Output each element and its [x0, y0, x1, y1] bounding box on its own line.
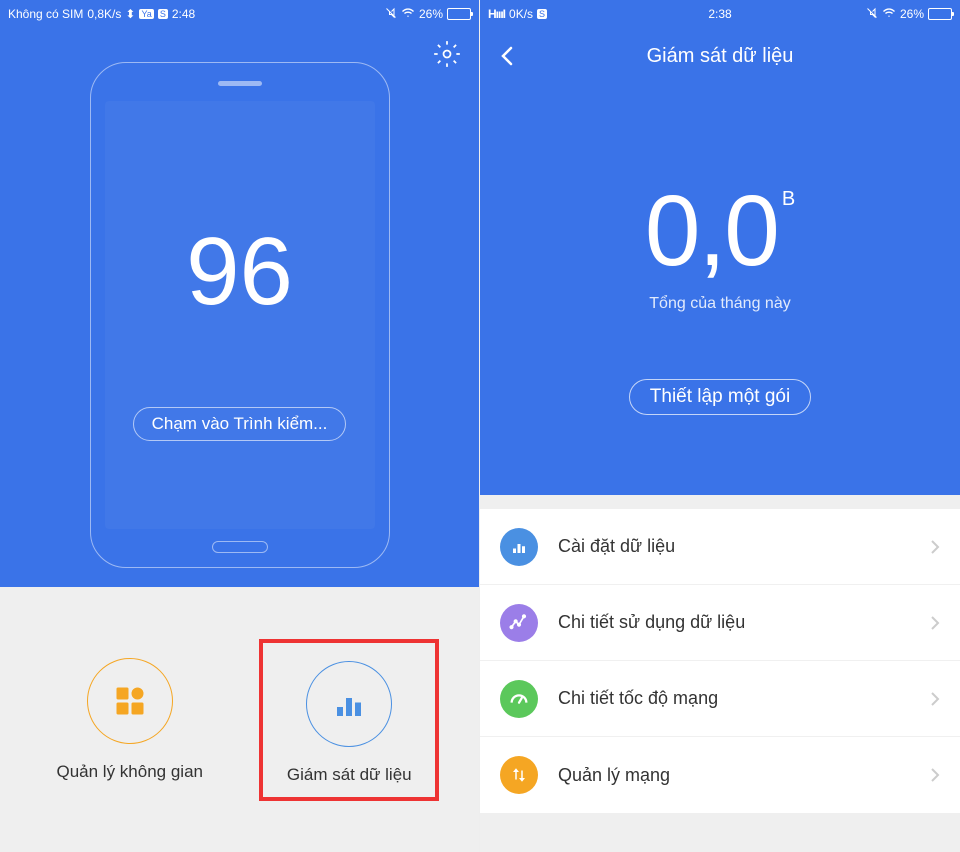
bottom-actions: Quản lý không gian Giám sát dữ liệu — [0, 587, 479, 852]
chevron-right-icon — [930, 615, 940, 631]
back-button[interactable] — [496, 44, 520, 68]
line-chart-icon — [500, 604, 538, 642]
status-time: 2:38 — [708, 7, 731, 21]
indicator-icon: S — [537, 9, 547, 19]
list-item-label: Chi tiết sử dụng dữ liệu — [558, 612, 930, 633]
speed-details-item[interactable]: Chi tiết tốc độ mạng — [480, 661, 960, 737]
data-settings-item[interactable]: Cài đặt dữ liệu — [480, 509, 960, 585]
network-speed: 0K/s — [509, 7, 533, 21]
battery-percent: 26% — [419, 7, 443, 21]
usage-subtitle: Tổng của tháng này — [480, 295, 960, 313]
transfer-icon — [500, 756, 538, 794]
usb-icon: ⬍ — [125, 7, 135, 21]
settings-button[interactable] — [433, 40, 461, 68]
screen-data-monitor: HıııI 0K/s S 2:38 26% Giám — [480, 0, 960, 852]
network-speed: 0,8K/s — [87, 7, 121, 21]
phone-illustration: 96 Chạm vào Trình kiểm... — [90, 62, 390, 568]
usage-details-item[interactable]: Chi tiết sử dụng dữ liệu — [480, 585, 960, 661]
grid-icon — [87, 658, 173, 744]
battery-percent: 26% — [900, 7, 924, 21]
action-label: Giám sát dữ liệu — [287, 765, 412, 785]
mute-icon — [385, 7, 397, 22]
security-score: 96 — [186, 217, 293, 327]
tap-scan-button[interactable]: Chạm vào Trình kiểm... — [133, 407, 347, 441]
chevron-right-icon — [930, 767, 940, 783]
list-item-label: Cài đặt dữ liệu — [558, 536, 930, 557]
header-section: HıııI 0K/s S 2:38 26% Giám — [480, 0, 960, 495]
data-usage-value: 0,0 B — [480, 174, 960, 289]
bar-chart-icon — [500, 528, 538, 566]
wifi-icon — [882, 7, 896, 22]
list-item-label: Quản lý mạng — [558, 765, 930, 786]
indicator-icon: S — [158, 9, 168, 19]
gauge-icon — [500, 680, 538, 718]
usage-number: 0,0 — [645, 174, 778, 289]
chevron-right-icon — [930, 691, 940, 707]
battery-icon — [447, 8, 471, 20]
wifi-icon — [401, 7, 415, 22]
status-bar: Không có SIM 0,8K/s ⬍ Ya S 2:48 26% — [0, 0, 479, 28]
signal-label: HıııI — [488, 7, 505, 21]
data-monitor-button[interactable]: Giám sát dữ liệu — [259, 639, 439, 801]
mute-icon — [866, 7, 878, 22]
main-blue-section: Không có SIM 0,8K/s ⬍ Ya S 2:48 26% — [0, 0, 479, 587]
list-item-label: Chi tiết tốc độ mạng — [558, 688, 930, 709]
page-title: Giám sát dữ liệu — [647, 45, 794, 68]
sim-status: Không có SIM — [8, 7, 83, 21]
usage-unit: B — [782, 188, 795, 211]
battery-icon — [928, 8, 952, 20]
setup-plan-button[interactable]: Thiết lập một gói — [629, 379, 811, 415]
bar-chart-icon — [306, 661, 392, 747]
screen-security: Không có SIM 0,8K/s ⬍ Ya S 2:48 26% — [0, 0, 480, 852]
status-bar: HıııI 0K/s S 2:38 26% — [480, 0, 960, 28]
status-time: 2:48 — [172, 7, 195, 21]
indicator-icon: Ya — [139, 9, 153, 19]
space-management-button[interactable]: Quản lý không gian — [40, 658, 220, 782]
action-label: Quản lý không gian — [57, 762, 204, 782]
settings-list: Cài đặt dữ liệu Chi tiết sử dụng dữ liệu… — [480, 495, 960, 852]
nav-bar: Giám sát dữ liệu — [480, 28, 960, 84]
chevron-right-icon — [930, 539, 940, 555]
network-management-item[interactable]: Quản lý mạng — [480, 737, 960, 813]
